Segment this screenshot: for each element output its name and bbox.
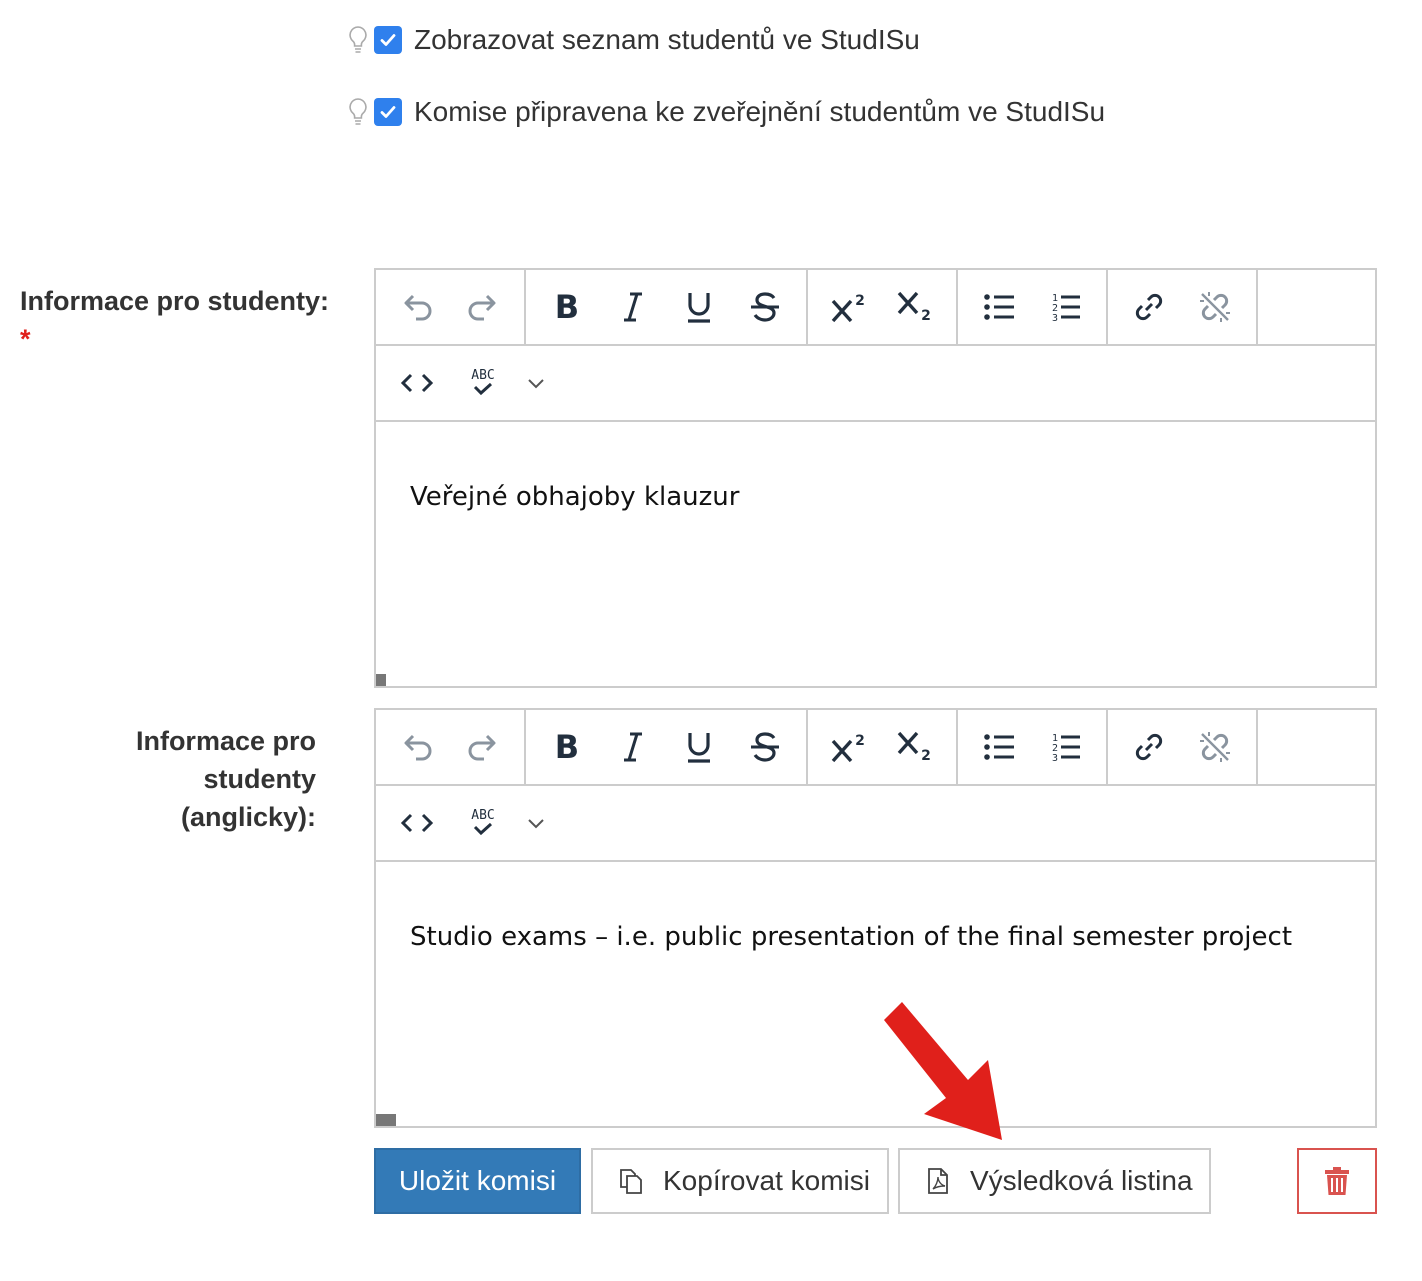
results-sheet-label: Výsledková listina [970, 1165, 1193, 1196]
editor-info-cs: B 2 2 123 ABC Veřejné obhajoby klauzur [374, 268, 1377, 688]
link-icon[interactable] [1116, 711, 1182, 783]
undo-icon[interactable] [384, 711, 450, 783]
link-group [1108, 710, 1258, 784]
checkbox-row-publish[interactable]: Komise připravena ke zveřejnění studentů… [346, 92, 1105, 132]
delete-button[interactable] [1297, 1148, 1377, 1214]
info-en-label-line1: Informace pro studenty [135, 726, 316, 794]
undo-icon[interactable] [384, 271, 450, 343]
show-students-label: Zobrazovat seznam studentů ve StudISu [414, 24, 920, 55]
subscript-icon[interactable]: 2 [882, 711, 948, 783]
bullet-list-icon[interactable] [966, 271, 1032, 343]
svg-text:3: 3 [1052, 753, 1058, 764]
script-group: 2 2 [808, 270, 958, 344]
subscript-icon[interactable]: 2 [882, 271, 948, 343]
resize-handle[interactable] [376, 1114, 396, 1126]
spellcheck-icon[interactable]: ABC [450, 787, 516, 859]
svg-text:B: B [555, 729, 579, 765]
spellcheck-text: ABC [471, 808, 494, 823]
history-group [376, 710, 526, 784]
editor-content-cs[interactable]: Veřejné obhajoby klauzur [376, 422, 1375, 686]
editor-toolbar-secondary: ABC [376, 346, 1375, 422]
copy-committee-label: Kopírovat komisi [663, 1165, 870, 1196]
spellcheck-icon[interactable]: ABC [450, 347, 516, 419]
info-cs-label: Informace pro studenty: * [20, 282, 340, 358]
publish-checkbox[interactable] [374, 98, 402, 126]
italic-icon[interactable] [600, 271, 666, 343]
strikethrough-icon[interactable] [732, 271, 798, 343]
editor-toolbar-primary: B 2 2 123 [376, 270, 1375, 346]
chevron-down-icon[interactable] [516, 787, 556, 859]
superscript-icon[interactable]: 2 [816, 271, 882, 343]
bold-icon[interactable]: B [534, 271, 600, 343]
list-group: 123 [958, 710, 1108, 784]
unlink-icon[interactable] [1182, 711, 1248, 783]
editor-text-cs: Veřejné obhajoby klauzur [410, 482, 740, 512]
underline-icon[interactable] [666, 711, 732, 783]
link-icon[interactable] [1116, 271, 1182, 343]
bold-icon[interactable]: B [534, 711, 600, 783]
redo-icon[interactable] [450, 271, 516, 343]
annotation-arrow [884, 1002, 1002, 1140]
superscript-icon[interactable]: 2 [816, 711, 882, 783]
italic-icon[interactable] [600, 711, 666, 783]
unlink-icon[interactable] [1182, 271, 1248, 343]
numbered-list-icon[interactable]: 123 [1032, 271, 1098, 343]
editor-info-en: B 2 2 123 ABC Studio exams – i.e. public… [374, 708, 1377, 1128]
svg-text:2: 2 [921, 308, 931, 324]
history-group [376, 270, 526, 344]
lightbulb-icon [346, 25, 370, 55]
save-committee-button[interactable]: Uložit komisi [374, 1148, 581, 1214]
editor-content-en[interactable]: Studio exams – i.e. public presentation … [376, 862, 1375, 1126]
format-group: B [526, 270, 808, 344]
source-code-icon[interactable] [384, 787, 450, 859]
svg-text:B: B [555, 289, 579, 325]
checkbox-row-show-students[interactable]: Zobrazovat seznam studentů ve StudISu [346, 20, 920, 60]
copy-icon [617, 1167, 645, 1195]
format-group: B [526, 710, 808, 784]
svg-text:2: 2 [855, 733, 865, 749]
editor-toolbar-primary: B 2 2 123 [376, 710, 1375, 786]
underline-icon[interactable] [666, 271, 732, 343]
info-en-label-line2: (anglicky): [180, 802, 316, 832]
chevron-down-icon[interactable] [516, 347, 556, 419]
show-students-checkbox[interactable] [374, 26, 402, 54]
resize-handle[interactable] [376, 674, 386, 686]
info-en-label: Informace pro studenty (anglicky): [20, 722, 316, 836]
svg-text:3: 3 [1052, 313, 1058, 324]
save-committee-label: Uložit komisi [398, 1165, 557, 1196]
required-mark: * [20, 324, 31, 354]
editor-toolbar-secondary: ABC [376, 786, 1375, 862]
results-sheet-button[interactable]: Výsledková listina [898, 1148, 1211, 1214]
strikethrough-icon[interactable] [732, 711, 798, 783]
bullet-list-icon[interactable] [966, 711, 1032, 783]
lightbulb-icon [346, 97, 370, 127]
copy-committee-button[interactable]: Kopírovat komisi [591, 1148, 889, 1214]
source-code-icon[interactable] [384, 347, 450, 419]
editor-text-en: Studio exams – i.e. public presentation … [410, 922, 1293, 952]
redo-icon[interactable] [450, 711, 516, 783]
publish-label: Komise připravena ke zveřejnění studentů… [414, 96, 1106, 127]
script-group: 2 2 [808, 710, 958, 784]
svg-text:2: 2 [921, 748, 931, 764]
spellcheck-text: ABC [471, 368, 494, 383]
numbered-list-icon[interactable]: 123 [1032, 711, 1098, 783]
info-cs-label-text: Informace pro studenty: [20, 286, 330, 316]
pdf-file-icon [924, 1167, 952, 1195]
link-group [1108, 270, 1258, 344]
list-group: 123 [958, 270, 1108, 344]
trash-icon [1324, 1165, 1350, 1197]
svg-text:2: 2 [855, 293, 865, 309]
